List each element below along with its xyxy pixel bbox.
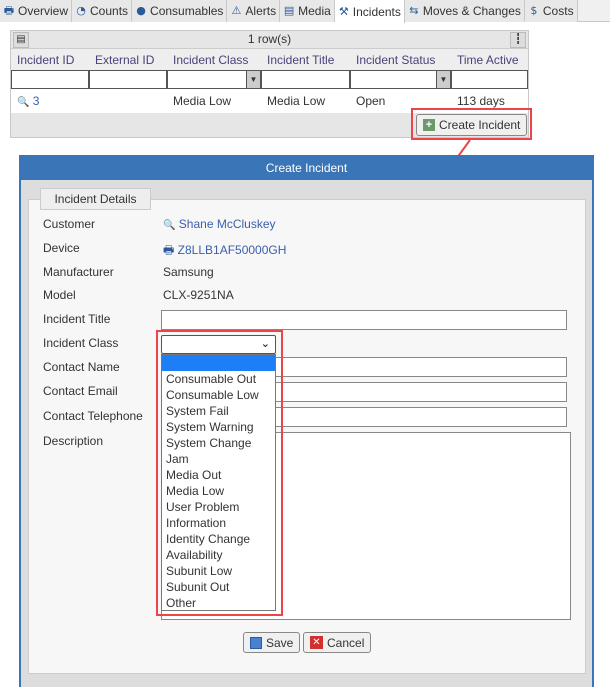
cancel-button[interactable]: ✕ Cancel (303, 632, 372, 653)
manufacturer-label: Manufacturer (43, 265, 114, 279)
contact-name-label: Contact Name (43, 360, 120, 374)
customer-value[interactable]: Shane McCluskey (179, 217, 276, 231)
device-label: Device (43, 241, 80, 255)
save-label: Save (266, 635, 294, 650)
description-label: Description (43, 434, 104, 448)
device-value[interactable]: Z8LLB1AF50000GH (178, 243, 287, 257)
incident-title-label: Incident Title (43, 312, 111, 326)
model-value: CLX-9251NA (163, 288, 234, 302)
close-icon: ✕ (310, 636, 323, 649)
manufacturer-value: Samsung (163, 265, 214, 279)
save-icon (250, 636, 262, 649)
printer-icon: 🖶 (163, 243, 175, 257)
incident-title-input[interactable] (161, 310, 567, 330)
section-tab: Incident Details (40, 188, 151, 210)
customer-label: Customer (43, 217, 96, 231)
view-icon: 🔍 (163, 220, 176, 231)
customer-link[interactable]: 🔍 Shane McCluskey (163, 217, 276, 231)
dialog-title: Create Incident (21, 157, 592, 180)
contact-telephone-label: Contact Telephone (43, 409, 143, 423)
incident-class-label: Incident Class (43, 336, 119, 350)
model-label: Model (43, 288, 76, 302)
highlight-box (156, 330, 283, 616)
save-button[interactable]: Save (243, 632, 301, 653)
cancel-label: Cancel (327, 635, 365, 650)
device-link[interactable]: 🖶 Z8LLB1AF50000GH (163, 241, 286, 262)
contact-email-label: Contact Email (43, 384, 118, 398)
